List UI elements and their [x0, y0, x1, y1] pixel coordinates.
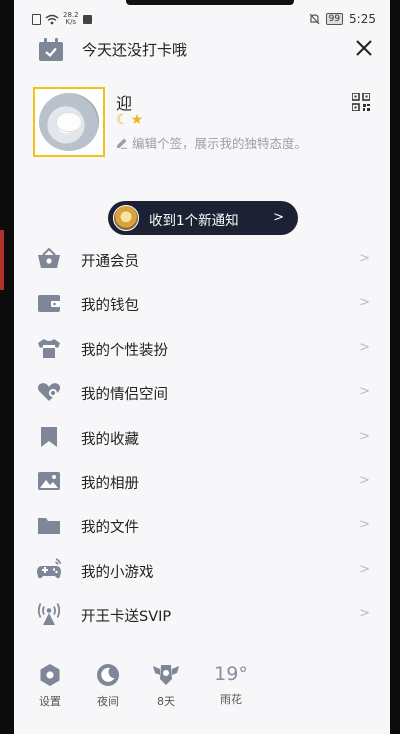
sim-icon: [32, 13, 41, 25]
calendar-icon: [39, 38, 63, 61]
right-screen-edge: [390, 0, 400, 734]
menu-item-files[interactable]: 我的文件 >: [14, 504, 390, 548]
moon-icon: [97, 664, 119, 686]
notifier-avatar: [113, 205, 139, 231]
couple-heart-icon: [37, 383, 61, 402]
night-mode-label: 夜间: [97, 695, 119, 708]
kitten-image: [57, 113, 81, 131]
avatar[interactable]: [33, 87, 105, 157]
signal-tower-icon: [37, 603, 61, 626]
bottom-bar: 设置 夜间 8天 19° 雨花: [14, 663, 390, 723]
menu-item-costume[interactable]: 我的个性装扮 >: [14, 327, 390, 371]
signature-field[interactable]: 编辑个签，展示我的独特态度。: [116, 133, 307, 152]
close-icon[interactable]: [354, 38, 374, 58]
new-notification-button[interactable]: 收到1个新通知 >: [108, 201, 298, 235]
bell-muted-icon: [309, 13, 320, 25]
menu-item-album[interactable]: 我的相册 >: [14, 460, 390, 504]
notification-icon: [82, 14, 92, 24]
chevron-right-icon: >: [359, 428, 370, 444]
level-badges[interactable]: ☾ ★: [116, 112, 143, 128]
gamepad-icon: [37, 558, 61, 579]
wallet-icon: [38, 295, 60, 313]
chevron-right-icon: >: [273, 210, 284, 225]
qr-code-icon[interactable]: [352, 93, 370, 111]
vip-basket-icon: [38, 247, 60, 268]
notification-text: 收到1个新通知: [149, 213, 239, 229]
moon-icon: ☾: [116, 112, 129, 128]
menu-item-label: 我的小游戏: [81, 564, 154, 581]
camera-notch: [126, 0, 294, 5]
menu-item-king-card[interactable]: 开王卡送SVIP >: [14, 593, 390, 637]
chevron-right-icon: >: [359, 472, 370, 488]
menu-item-label: 我的情侣空间: [81, 387, 168, 404]
winged-badge-icon: [153, 665, 179, 685]
night-mode-button[interactable]: 夜间: [88, 663, 128, 709]
menu-item-label: 我的个性装扮: [81, 342, 168, 359]
menu-item-label: 开王卡送SVIP: [81, 609, 172, 626]
checkin-banner[interactable]: 今天还没打卡哦: [38, 36, 378, 62]
checkin-text: 今天还没打卡哦: [82, 41, 188, 59]
star-icon: ★: [130, 112, 144, 128]
network-speed: 28.2 K/s: [63, 12, 79, 26]
menu-item-label: 我的钱包: [81, 298, 139, 315]
menu-item-label: 开通会员: [81, 254, 139, 270]
photo-album-icon: [38, 471, 60, 490]
streak-label: 8天: [157, 695, 175, 708]
menu-item-mini-games[interactable]: 我的小游戏 >: [14, 549, 390, 593]
menu-item-label: 我的文件: [81, 520, 139, 537]
pencil-icon: [117, 138, 127, 149]
tshirt-icon: [38, 338, 60, 358]
checkin-streak-button[interactable]: 8天: [146, 663, 186, 709]
background-sliver: [0, 230, 4, 290]
folder-icon: [38, 518, 60, 535]
side-drawer: 28.2 K/s 99 5:25 今天还没打卡哦 迎 ☾ ★ 编辑个签，展示我的…: [14, 0, 390, 734]
wifi-icon: [45, 14, 59, 24]
menu-item-couple-space[interactable]: 我的情侣空间 >: [14, 371, 390, 415]
signature-text: 编辑个签，展示我的独特态度。: [132, 136, 308, 151]
settings-label: 设置: [39, 695, 61, 708]
chevron-right-icon: >: [359, 251, 370, 266]
menu-item-label: 我的收藏: [81, 431, 139, 448]
settings-button[interactable]: 设置: [30, 663, 70, 709]
menu-item-favorites[interactable]: 我的收藏 >: [14, 416, 390, 460]
menu-item-wallet[interactable]: 我的钱包 >: [14, 282, 390, 326]
bookmark-icon: [41, 426, 57, 447]
clock: 5:25: [349, 12, 376, 26]
temperature: 19°: [214, 663, 248, 685]
menu-item-label: 我的相册: [81, 475, 139, 492]
network-speed-unit: K/s: [65, 18, 77, 26]
avatar-photo: [39, 93, 99, 151]
chevron-right-icon: >: [359, 339, 370, 355]
weather-widget[interactable]: 19° 雨花: [208, 663, 254, 707]
username[interactable]: 迎: [116, 90, 132, 114]
chevron-right-icon: >: [359, 606, 370, 622]
weather-location: 雨花: [220, 693, 242, 706]
left-screen-edge: [0, 0, 14, 734]
battery-indicator: 99: [325, 13, 344, 25]
gear-icon: [40, 664, 60, 686]
status-bar: 28.2 K/s 99 5:25: [32, 10, 376, 30]
chevron-right-icon: >: [359, 517, 370, 533]
chevron-right-icon: >: [359, 384, 370, 400]
menu-list: 开通会员 > 我的钱包 > 我的个性装扮 > 我的情侣空间 > 我的收藏 > 我…: [14, 238, 390, 638]
chevron-right-icon: >: [359, 561, 370, 577]
menu-item-vip[interactable]: 开通会员 >: [14, 238, 390, 282]
chevron-right-icon: >: [359, 295, 370, 311]
